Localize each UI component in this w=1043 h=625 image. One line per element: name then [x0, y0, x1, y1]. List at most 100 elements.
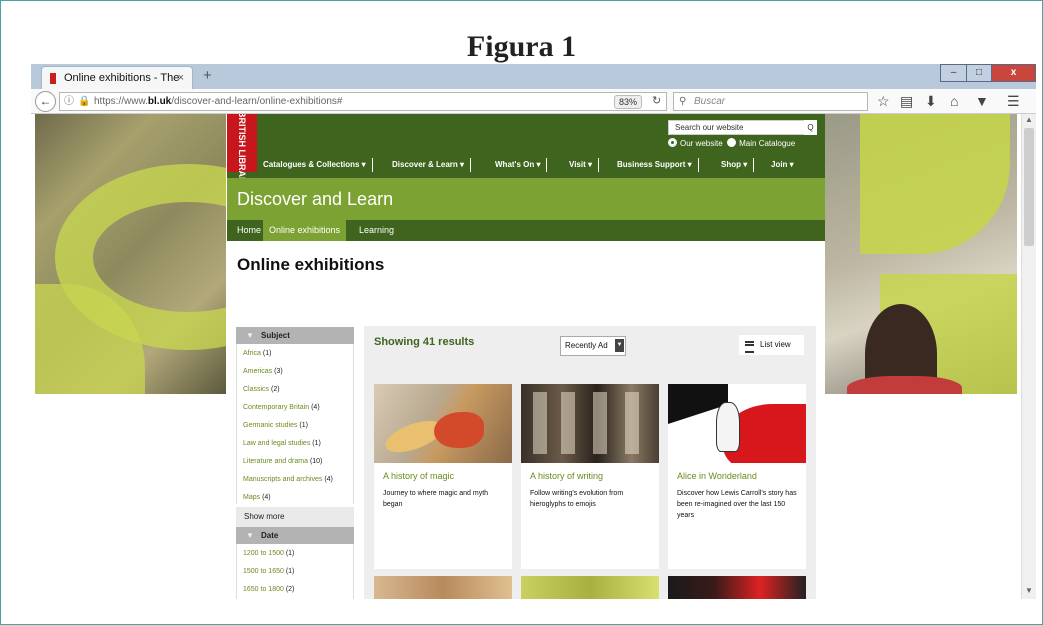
card-description: Follow writing's evolution from hierogly… [530, 490, 624, 508]
filter-sidebar: ▼ Subject Africa (1) Americas (3) Classi… [236, 327, 354, 599]
site-search-input[interactable]: Search our website [668, 120, 809, 135]
pocket-icon[interactable]: ▼ [975, 93, 989, 109]
facet-item[interactable]: Maps (4) [243, 494, 271, 501]
reading-list-icon[interactable]: ▤ [900, 93, 913, 109]
show-more-button[interactable]: Show more [236, 507, 354, 527]
facet-header-date[interactable]: ▼ Date [236, 527, 354, 544]
site-content: BRITISH LIBRARY Search our website Q Our… [227, 114, 825, 599]
tab-bar: Online exhibitions - The Bri... × + – □ … [31, 64, 1036, 107]
site-search-button[interactable]: Q [804, 120, 817, 135]
facet-item[interactable]: 1650 to 1800 (2) [243, 586, 294, 593]
menu-icon[interactable]: ☰ [1007, 93, 1020, 109]
facet-list-date: 1200 to 1500 (1) 1500 to 1650 (1) 1650 t… [236, 544, 354, 599]
browser-tab[interactable]: Online exhibitions - The Bri... × [41, 66, 193, 107]
list-icon [745, 341, 754, 353]
facet-item[interactable]: Classics (2) [243, 386, 280, 393]
search-scope: Our website Main Catalogue [668, 138, 795, 148]
facet-item[interactable]: Germanic studies (1) [243, 422, 308, 429]
nav-visit[interactable]: Visit ▾ [569, 158, 599, 172]
star-icon[interactable]: ☆ [877, 93, 890, 109]
scroll-up-icon[interactable]: ▲ [1025, 115, 1033, 124]
exhibition-card[interactable]: A history of magic Journey to where magi… [374, 384, 512, 569]
facet-title: Date [261, 531, 279, 540]
facet-list-subject: Africa (1) Americas (3) Classics (2) Con… [236, 344, 354, 504]
download-icon[interactable]: ⬇ [925, 93, 937, 109]
site-header: BRITISH LIBRARY Search our website Q Our… [227, 114, 825, 190]
decorative-background-left [35, 114, 226, 394]
facet-item[interactable]: Contemporary Britain (4) [243, 404, 320, 411]
facet-item[interactable]: Americas (3) [243, 368, 283, 375]
lock-icon: 🔒 [78, 96, 91, 107]
chevron-down-icon: ▼ [246, 331, 254, 340]
nav-whats-on[interactable]: What's On ▾ [495, 158, 548, 172]
exhibition-card-partial[interactable] [668, 576, 806, 599]
list-view-label: List view [760, 340, 791, 349]
site-favicon-icon [50, 73, 56, 84]
sort-select[interactable]: Recently Ad ▼ [560, 336, 626, 356]
url-bar[interactable]: ⓘ 🔒 https://www.bl.uk/discover-and-learn… [59, 92, 667, 111]
home-icon[interactable]: ⌂ [950, 93, 958, 109]
reload-icon[interactable]: ↻ [652, 93, 661, 110]
nav-business-support[interactable]: Business Support ▾ [617, 158, 699, 172]
vertical-scrollbar[interactable]: ▲ ▼ [1021, 114, 1036, 599]
radio-our-website[interactable] [668, 138, 677, 147]
web-page: BRITISH LIBRARY Search our website Q Our… [31, 114, 1021, 599]
exhibition-card-partial[interactable] [521, 576, 659, 599]
card-description: Journey to where magic and myth began [383, 490, 489, 508]
facet-item[interactable]: 1200 to 1500 (1) [243, 550, 294, 557]
nav-shop[interactable]: Shop ▾ [721, 158, 755, 172]
new-tab-button[interactable]: + [203, 67, 212, 84]
facet-item[interactable]: Law and legal studies (1) [243, 440, 321, 447]
section-banner: Discover and Learn [227, 178, 825, 220]
child-photo [847, 376, 962, 394]
facet-item[interactable]: Literature and drama (10) [243, 458, 322, 465]
search-placeholder: Buscar [694, 96, 726, 107]
subnav-home[interactable]: Home [231, 220, 267, 241]
radio-label: Main Catalogue [739, 139, 796, 148]
subnav-learning[interactable]: Learning [353, 220, 400, 241]
url-text: https://www.bl.uk/discover-and-learn/onl… [94, 96, 343, 107]
results-panel: Showing 41 results Recently Ad ▼ List vi… [364, 326, 816, 599]
results-count: Showing 41 results [374, 336, 475, 348]
logo-text: BRITISH LIBRARY [237, 114, 247, 190]
radio-label: Our website [680, 139, 723, 148]
facet-header-subject[interactable]: ▼ Subject [236, 327, 354, 344]
exhibition-card[interactable]: Alice in Wonderland Discover how Lewis C… [668, 384, 806, 569]
british-library-logo[interactable]: BRITISH LIBRARY [227, 114, 257, 190]
scrollbar-thumb[interactable] [1024, 128, 1034, 246]
nav-discover-learn[interactable]: Discover & Learn ▾ [392, 158, 472, 172]
card-title[interactable]: A history of writing [530, 471, 603, 481]
card-description: Discover how Lewis Carroll's story has b… [677, 490, 797, 519]
chevron-down-icon: ▼ [246, 531, 254, 540]
subnav-online-exhibitions[interactable]: Online exhibitions [263, 220, 347, 241]
page-title: Online exhibitions [237, 255, 385, 274]
section-subnav: Home Online exhibitions Learning [227, 220, 825, 241]
decorative-background-right [825, 114, 1017, 394]
list-view-button[interactable]: List view [739, 335, 804, 355]
bg-shape [860, 114, 1010, 254]
facet-item[interactable]: Manuscripts and archives (4) [243, 476, 333, 483]
exhibition-card-partial[interactable] [374, 576, 512, 599]
facet-item[interactable]: Africa (1) [243, 350, 271, 357]
minimize-button[interactable]: – [940, 64, 967, 82]
card-image [374, 384, 512, 463]
close-window-button[interactable]: x [991, 64, 1036, 82]
maximize-button[interactable]: □ [966, 64, 992, 82]
exhibition-card[interactable]: A history of writing Follow writing's ev… [521, 384, 659, 569]
nav-join[interactable]: Join ▾ [771, 158, 800, 172]
card-title[interactable]: A history of magic [383, 471, 454, 481]
search-icon: ⚲ [679, 96, 687, 107]
browser-search-input[interactable]: ⚲ Buscar [673, 92, 868, 111]
section-title: Discover and Learn [237, 189, 394, 209]
zoom-level[interactable]: 83% [614, 95, 643, 109]
radio-main-catalogue[interactable] [727, 138, 737, 147]
nav-catalogues[interactable]: Catalogues & Collections ▾ [263, 158, 373, 172]
back-button[interactable]: ← [35, 91, 56, 112]
tab-close-icon[interactable]: × [178, 67, 184, 90]
card-title[interactable]: Alice in Wonderland [677, 471, 757, 481]
browser-window: Online exhibitions - The Bri... × + – □ … [31, 64, 1036, 599]
card-image [521, 384, 659, 463]
facet-item[interactable]: 1500 to 1650 (1) [243, 568, 294, 575]
scroll-down-icon[interactable]: ▼ [1025, 586, 1033, 595]
info-icon[interactable]: ⓘ [64, 93, 74, 110]
